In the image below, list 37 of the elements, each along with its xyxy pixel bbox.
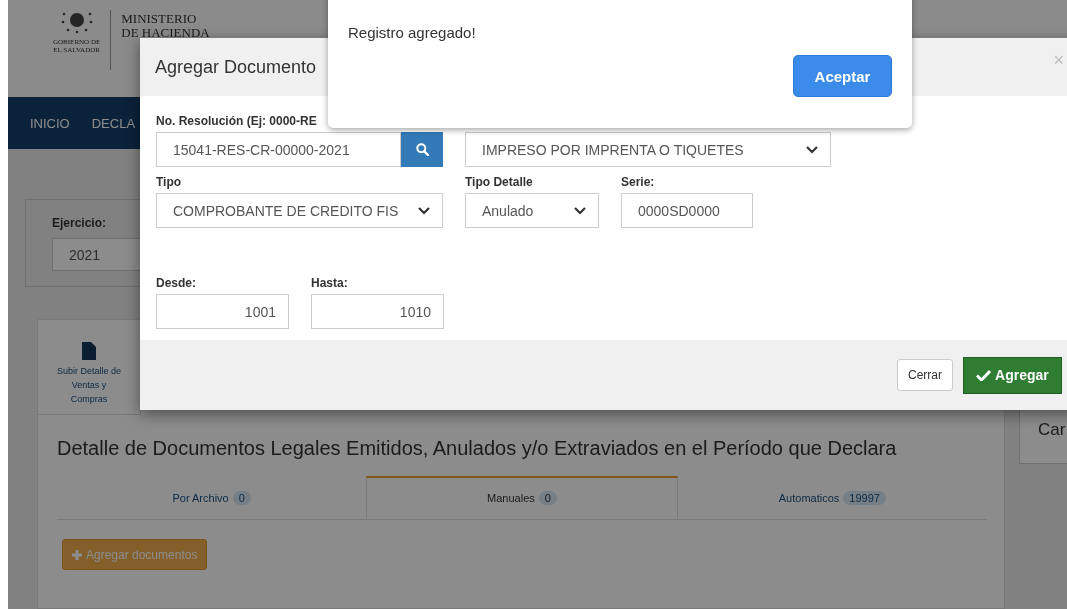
field-label: Desde: (156, 276, 197, 290)
medium-select[interactable]: IMPRESO POR IMPRENTA O TIQUETES (465, 132, 831, 167)
from-field[interactable]: 1001 (156, 294, 289, 329)
resolution-field[interactable]: 15041-RES-CR-00000-2021 (156, 132, 401, 167)
field-label: Hasta: (311, 276, 348, 290)
field-label: Tipo (156, 175, 183, 189)
field-label: No. Resolución (Ej: 0000-RE (156, 114, 318, 128)
tab[interactable]: Manuales 0 (366, 476, 678, 519)
nav-link[interactable]: DECLA (91, 115, 136, 131)
field-label: Ejercicio: (52, 216, 108, 230)
ministry-name: MINISTERIO DE HACIENDA (121, 10, 210, 40)
count-badge: 0 (232, 491, 251, 505)
plus-icon (72, 549, 82, 560)
section-title: Detalle de Documentos Legales Emitidos, Anulados y/o Extraviados en el Período que Declara (57, 437, 898, 460)
count-badge: 19997 (843, 491, 886, 505)
to-field[interactable]: 1010 (311, 294, 444, 329)
detail-type-select[interactable]: Anulado (465, 193, 599, 228)
series-field[interactable]: 0000SD0000 (621, 193, 753, 228)
add-button[interactable]: Agregar (963, 356, 1062, 394)
chevron-down-icon (574, 206, 586, 215)
chevron-down-icon (806, 145, 818, 154)
field-label: Tipo Detalle (465, 175, 534, 189)
search-icon (415, 143, 429, 156)
accept-button[interactable]: Aceptar (793, 55, 892, 97)
check-icon (976, 369, 991, 381)
tab[interactable]: Por Archivo 0 (57, 476, 367, 518)
tab[interactable]: Automaticos 19997 (677, 476, 987, 518)
field-label: Serie: (621, 175, 655, 189)
alert-message: Registro agregado! (348, 24, 477, 41)
chevron-down-icon (418, 206, 430, 215)
search-button[interactable] (401, 132, 443, 167)
close-button[interactable]: Cerrar (897, 359, 953, 391)
count-badge: 0 (538, 491, 557, 505)
modal-title: Agregar Documento (155, 56, 317, 78)
type-select[interactable]: COMPROBANTE DE CREDITO FIS (156, 193, 443, 228)
file-icon (82, 342, 96, 360)
nav-link[interactable]: INICIO (30, 115, 70, 131)
